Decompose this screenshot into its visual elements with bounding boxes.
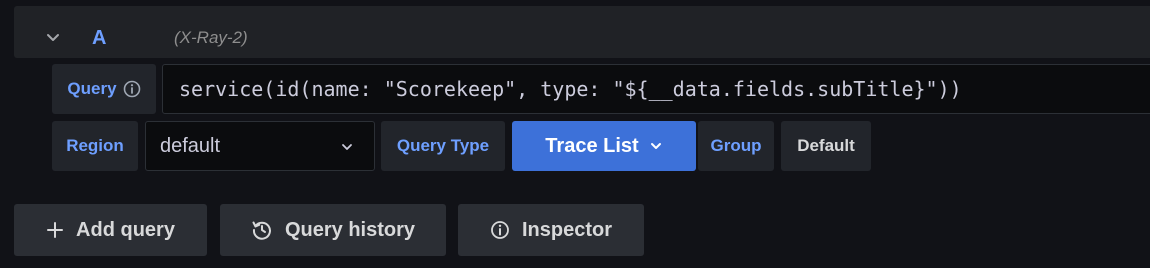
query-history-label: Query history	[284, 218, 416, 241]
info-circle-icon[interactable]	[123, 80, 141, 98]
info-circle-icon	[490, 220, 510, 240]
inspector-label: Inspector	[521, 218, 613, 241]
query-type-value: Trace List	[545, 134, 639, 157]
chevron-down-icon	[340, 140, 354, 154]
history-icon	[251, 219, 273, 241]
query-type-button[interactable]: Trace List	[512, 121, 696, 171]
query-label: Query	[52, 64, 156, 114]
add-query-label: Add query	[76, 218, 175, 241]
region-label: Region	[52, 121, 138, 171]
query-type-label: Query Type	[381, 121, 505, 171]
query-row-header[interactable]: A (X-Ray-2)	[14, 6, 1150, 58]
chevron-down-icon	[649, 139, 663, 153]
chevron-down-icon[interactable]	[42, 30, 64, 46]
query-editor-panel: A (X-Ray-2) Query service(id(name: "Scor…	[0, 0, 1150, 268]
query-label-text: Query	[67, 79, 117, 98]
region-value: default	[160, 134, 221, 157]
add-query-button[interactable]: Add query	[14, 204, 207, 256]
query-text-input[interactable]: service(id(name: "Scorekeep", type: "${_…	[162, 64, 1150, 114]
datasource-name: (X-Ray-2)	[174, 28, 248, 47]
group-label: Group	[698, 121, 774, 171]
query-ref-id[interactable]: A	[92, 25, 106, 51]
group-select-button[interactable]: Default	[781, 121, 871, 171]
query-history-button[interactable]: Query history	[220, 204, 446, 256]
plus-icon	[46, 221, 64, 239]
region-select[interactable]: default	[145, 121, 375, 171]
inspector-button[interactable]: Inspector	[458, 204, 644, 256]
